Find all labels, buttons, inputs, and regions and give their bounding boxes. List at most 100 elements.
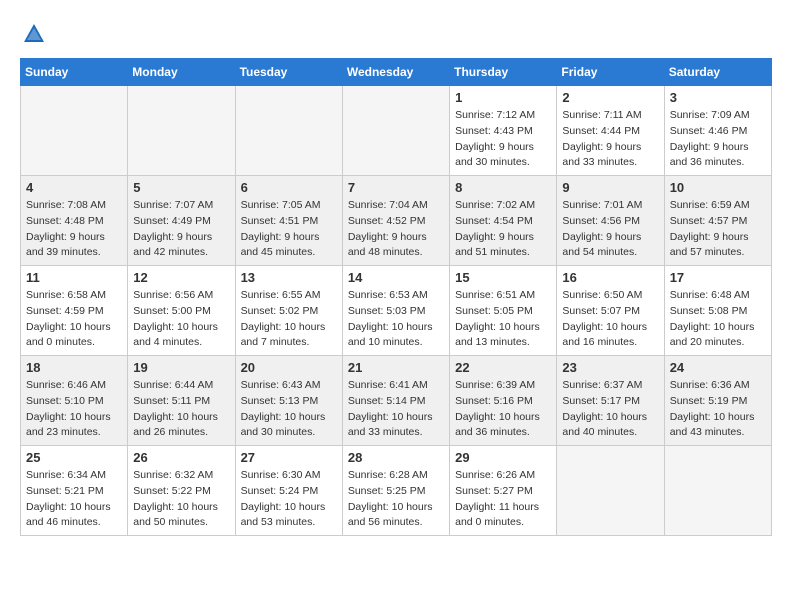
calendar-cell: 25Sunrise: 6:34 AMSunset: 5:21 PMDayligh… — [21, 446, 128, 536]
day-info: Sunrise: 6:41 AMSunset: 5:14 PMDaylight:… — [348, 378, 444, 441]
calendar-cell: 21 Sunrise: 6:41 AMSunset: 5:14 PMDayligh… — [342, 356, 449, 446]
calendar-cell: 22 Sunrise: 6:39 AMSunset: 5:16 PMDayligh… — [450, 356, 557, 446]
day-info: Sunrise: 7:04 AMSunset: 4:52 PMDaylight:… — [348, 198, 444, 261]
calendar-cell — [664, 446, 771, 536]
header — [20, 20, 772, 48]
calendar-cell: 8 Sunrise: 7:02 AMSunset: 4:54 PMDaylight… — [450, 176, 557, 266]
day-number: 12 — [133, 270, 229, 285]
calendar-cell — [128, 86, 235, 176]
day-info: Sunrise: 6:51 AMSunset: 5:05 PMDaylight:… — [455, 288, 551, 351]
day-info: Sunrise: 6:36 AMSunset: 5:19 PMDaylight:… — [670, 378, 766, 441]
calendar-week-row: 11 Sunrise: 6:58 AMSunset: 4:59 PMDayligh… — [21, 266, 772, 356]
calendar-cell: 15 Sunrise: 6:51 AMSunset: 5:05 PMDayligh… — [450, 266, 557, 356]
calendar-cell: 10 Sunrise: 6:59 AMSunset: 4:57 PMDayligh… — [664, 176, 771, 266]
day-number: 20 — [241, 360, 337, 375]
day-info: Sunrise: 6:28 AMSunset: 5:25 PMDaylight:… — [348, 468, 444, 531]
calendar-cell: 24 Sunrise: 6:36 AMSunset: 5:19 PMDayligh… — [664, 356, 771, 446]
day-info: Sunrise: 6:55 AMSunset: 5:02 PMDaylight:… — [241, 288, 337, 351]
day-info: Sunrise: 6:39 AMSunset: 5:16 PMDaylight:… — [455, 378, 551, 441]
day-info: Sunrise: 7:09 AMSunset: 4:46 PMDaylight:… — [670, 108, 766, 171]
day-number: 17 — [670, 270, 766, 285]
calendar-cell: 23 Sunrise: 6:37 AMSunset: 5:17 PMDayligh… — [557, 356, 664, 446]
day-info: Sunrise: 7:01 AMSunset: 4:56 PMDaylight:… — [562, 198, 658, 261]
day-info: Sunrise: 7:05 AMSunset: 4:51 PMDaylight:… — [241, 198, 337, 261]
day-number: 10 — [670, 180, 766, 195]
day-number: 24 — [670, 360, 766, 375]
day-info: Sunrise: 7:07 AMSunset: 4:49 PMDaylight:… — [133, 198, 229, 261]
calendar-cell: 1Sunrise: 7:12 AMSunset: 4:43 PMDaylight… — [450, 86, 557, 176]
day-number: 3 — [670, 90, 766, 105]
day-number: 15 — [455, 270, 551, 285]
day-number: 6 — [241, 180, 337, 195]
calendar-cell: 12 Sunrise: 6:56 AMSunset: 5:00 PMDayligh… — [128, 266, 235, 356]
day-number: 19 — [133, 360, 229, 375]
calendar-cell: 13 Sunrise: 6:55 AMSunset: 5:02 PMDayligh… — [235, 266, 342, 356]
day-header-friday: Friday — [557, 59, 664, 86]
day-info: Sunrise: 6:44 AMSunset: 5:11 PMDaylight:… — [133, 378, 229, 441]
day-info: Sunrise: 7:02 AMSunset: 4:54 PMDaylight:… — [455, 198, 551, 261]
day-info: Sunrise: 6:56 AMSunset: 5:00 PMDaylight:… — [133, 288, 229, 351]
calendar-header-row: SundayMondayTuesdayWednesdayThursdayFrid… — [21, 59, 772, 86]
day-number: 18 — [26, 360, 122, 375]
day-number: 14 — [348, 270, 444, 285]
calendar-cell: 4 Sunrise: 7:08 AMSunset: 4:48 PMDaylight… — [21, 176, 128, 266]
day-info: Sunrise: 6:59 AMSunset: 4:57 PMDaylight:… — [670, 198, 766, 261]
day-info: Sunrise: 6:37 AMSunset: 5:17 PMDaylight:… — [562, 378, 658, 441]
day-header-wednesday: Wednesday — [342, 59, 449, 86]
day-header-thursday: Thursday — [450, 59, 557, 86]
calendar-cell: 2 Sunrise: 7:11 AMSunset: 4:44 PMDaylight… — [557, 86, 664, 176]
day-number: 9 — [562, 180, 658, 195]
day-number: 8 — [455, 180, 551, 195]
day-info: Sunrise: 7:11 AMSunset: 4:44 PMDaylight:… — [562, 108, 658, 171]
day-header-monday: Monday — [128, 59, 235, 86]
calendar: SundayMondayTuesdayWednesdayThursdayFrid… — [20, 58, 772, 536]
day-number: 27 — [241, 450, 337, 465]
logo-icon — [20, 20, 48, 48]
day-number: 13 — [241, 270, 337, 285]
calendar-week-row: 1Sunrise: 7:12 AMSunset: 4:43 PMDaylight… — [21, 86, 772, 176]
calendar-cell: 14 Sunrise: 6:53 AMSunset: 5:03 PMDayligh… — [342, 266, 449, 356]
day-number: 4 — [26, 180, 122, 195]
day-info: Sunrise: 6:43 AMSunset: 5:13 PMDaylight:… — [241, 378, 337, 441]
day-info: Sunrise: 6:46 AMSunset: 5:10 PMDaylight:… — [26, 378, 122, 441]
calendar-cell: 9 Sunrise: 7:01 AMSunset: 4:56 PMDaylight… — [557, 176, 664, 266]
calendar-cell — [557, 446, 664, 536]
day-info: Sunrise: 6:50 AMSunset: 5:07 PMDaylight:… — [562, 288, 658, 351]
calendar-cell — [21, 86, 128, 176]
day-info: Sunrise: 6:26 AMSunset: 5:27 PMDaylight:… — [455, 468, 551, 531]
day-info: Sunrise: 6:30 AMSunset: 5:24 PMDaylight:… — [241, 468, 337, 531]
calendar-cell: 16 Sunrise: 6:50 AMSunset: 5:07 PMDayligh… — [557, 266, 664, 356]
calendar-week-row: 4 Sunrise: 7:08 AMSunset: 4:48 PMDaylight… — [21, 176, 772, 266]
day-header-saturday: Saturday — [664, 59, 771, 86]
day-info: Sunrise: 6:53 AMSunset: 5:03 PMDaylight:… — [348, 288, 444, 351]
calendar-cell — [235, 86, 342, 176]
calendar-cell: 19 Sunrise: 6:44 AMSunset: 5:11 PMDayligh… — [128, 356, 235, 446]
day-info: Sunrise: 6:58 AMSunset: 4:59 PMDaylight:… — [26, 288, 122, 351]
day-number: 5 — [133, 180, 229, 195]
day-number: 26 — [133, 450, 229, 465]
calendar-cell: 5 Sunrise: 7:07 AMSunset: 4:49 PMDaylight… — [128, 176, 235, 266]
day-number: 23 — [562, 360, 658, 375]
day-number: 7 — [348, 180, 444, 195]
calendar-cell: 11 Sunrise: 6:58 AMSunset: 4:59 PMDayligh… — [21, 266, 128, 356]
day-number: 16 — [562, 270, 658, 285]
day-info: Sunrise: 7:08 AMSunset: 4:48 PMDaylight:… — [26, 198, 122, 261]
day-header-tuesday: Tuesday — [235, 59, 342, 86]
calendar-cell: 6 Sunrise: 7:05 AMSunset: 4:51 PMDaylight… — [235, 176, 342, 266]
day-number: 25 — [26, 450, 122, 465]
logo — [20, 20, 52, 48]
calendar-cell: 3 Sunrise: 7:09 AMSunset: 4:46 PMDaylight… — [664, 86, 771, 176]
calendar-cell: 20 Sunrise: 6:43 AMSunset: 5:13 PMDayligh… — [235, 356, 342, 446]
day-number: 22 — [455, 360, 551, 375]
day-number: 2 — [562, 90, 658, 105]
calendar-week-row: 18 Sunrise: 6:46 AMSunset: 5:10 PMDayligh… — [21, 356, 772, 446]
day-info: Sunrise: 6:48 AMSunset: 5:08 PMDaylight:… — [670, 288, 766, 351]
day-number: 21 — [348, 360, 444, 375]
calendar-cell: 26 Sunrise: 6:32 AMSunset: 5:22 PMDayligh… — [128, 446, 235, 536]
calendar-cell: 18 Sunrise: 6:46 AMSunset: 5:10 PMDayligh… — [21, 356, 128, 446]
calendar-cell: 28Sunrise: 6:28 AMSunset: 5:25 PMDayligh… — [342, 446, 449, 536]
day-info: Sunrise: 6:32 AMSunset: 5:22 PMDaylight:… — [133, 468, 229, 531]
calendar-cell: 17 Sunrise: 6:48 AMSunset: 5:08 PMDayligh… — [664, 266, 771, 356]
day-number: 11 — [26, 270, 122, 285]
day-number: 1 — [455, 90, 551, 105]
